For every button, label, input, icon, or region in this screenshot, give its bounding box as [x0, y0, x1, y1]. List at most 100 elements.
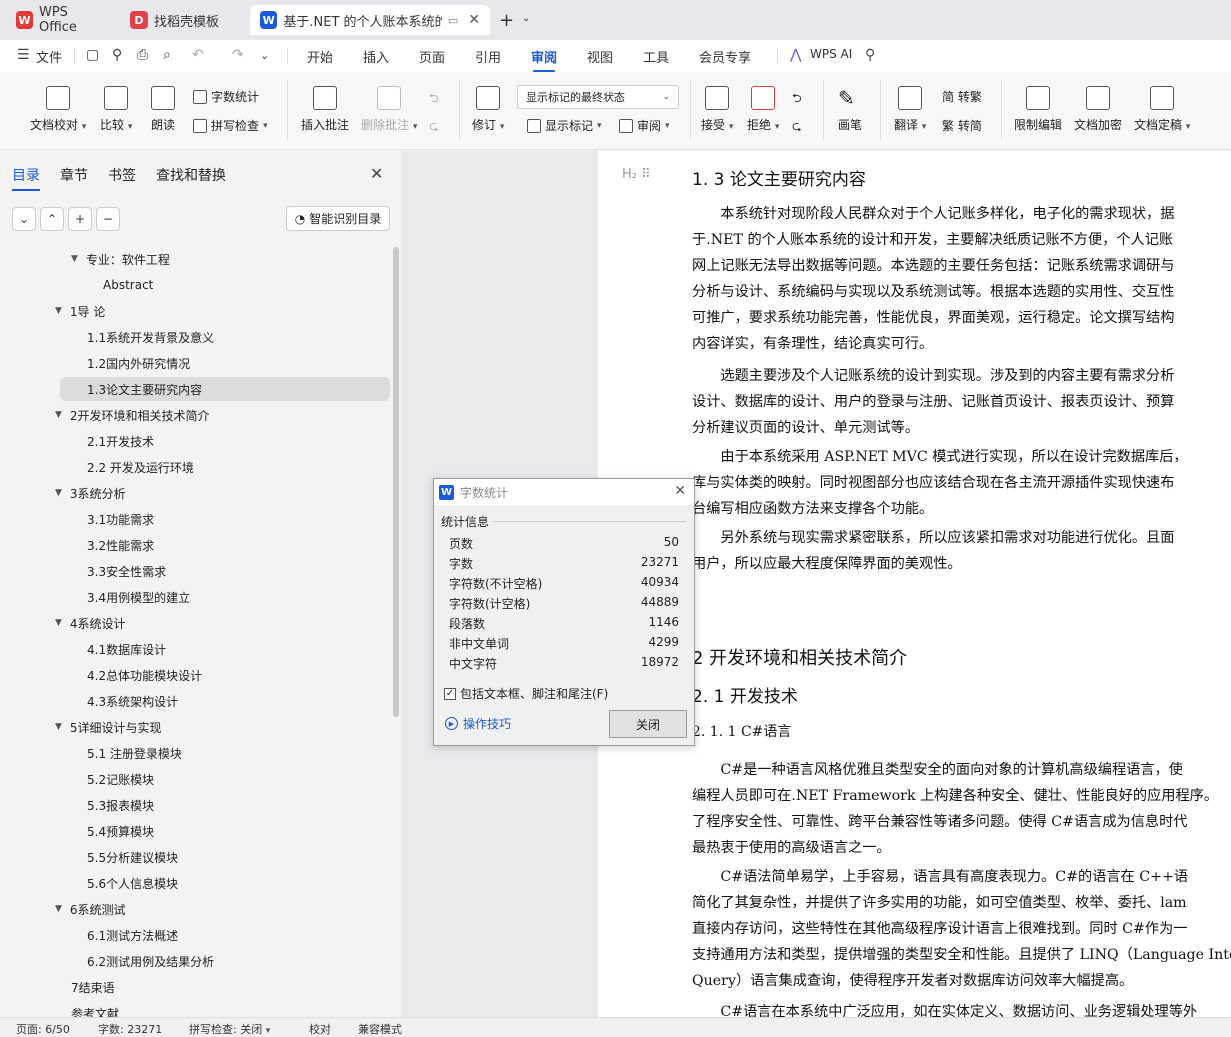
- toc-item[interactable]: 1.3论文主要研究内容: [60, 377, 390, 401]
- toc-item[interactable]: 5.5分析建议模块: [87, 845, 178, 869]
- toc-item[interactable]: 2.2 开发及运行环境: [87, 455, 194, 479]
- review-pane-button[interactable]: 审阅 ▾: [619, 117, 670, 134]
- link-icon[interactable]: ⚲: [112, 47, 122, 63]
- to-traditional-button[interactable]: 简 转繁: [942, 88, 982, 105]
- menu-references[interactable]: 引用: [475, 47, 501, 66]
- menu-tools[interactable]: 工具: [643, 47, 669, 66]
- word-count-indicator[interactable]: 字数: 23271: [98, 1021, 162, 1037]
- tab-chapters[interactable]: 章节: [60, 165, 88, 191]
- toc-item[interactable]: ▼ 专业：软件工程: [71, 247, 170, 271]
- expand-triangle-icon[interactable]: ▼: [71, 254, 78, 264]
- add-heading-icon[interactable]: +: [68, 207, 92, 231]
- menu-insert[interactable]: 插入: [363, 47, 389, 66]
- translate-button[interactable]: 翻译 ▾: [894, 86, 926, 133]
- toc-item[interactable]: 3.2性能需求: [87, 533, 154, 557]
- toc-item[interactable]: 7结束语: [71, 975, 115, 999]
- menu-wps-ai[interactable]: WPS AI: [810, 47, 852, 61]
- chevron-down-icon[interactable]: ⌄: [522, 13, 530, 24]
- accept-button[interactable]: 接受 ▾: [701, 86, 733, 133]
- expand-triangle-icon[interactable]: ▼: [55, 618, 62, 628]
- close-icon[interactable]: ✕: [674, 483, 686, 499]
- chevron-down-icon[interactable]: ⌄: [260, 49, 269, 62]
- toc-item[interactable]: 3.1功能需求: [87, 507, 154, 531]
- track-changes-button[interactable]: 修订 ▾: [472, 86, 504, 133]
- collapse-down-icon[interactable]: ⌄: [12, 207, 36, 231]
- toc-item[interactable]: 4.2总体功能模块设计: [87, 663, 202, 687]
- toc-item[interactable]: 3.4用例模型的建立: [87, 585, 190, 609]
- toc-item[interactable]: 5.6个人信息模块: [87, 871, 178, 895]
- toc-item[interactable]: ▼ 6系统测试: [55, 897, 126, 921]
- close-button[interactable]: 关闭: [609, 710, 687, 738]
- toc-item[interactable]: 6.2测试用例及结果分析: [87, 949, 214, 973]
- encrypt-button[interactable]: 文档加密: [1074, 86, 1122, 133]
- tab-docer-templates[interactable]: D 找稻壳模板: [120, 5, 245, 35]
- tips-link[interactable]: ▶ 操作技巧: [445, 715, 511, 732]
- toc-item[interactable]: 4.1数据库设计: [87, 637, 166, 661]
- toc-item[interactable]: 4.3系统架构设计: [87, 689, 178, 713]
- prev-comment-icon[interactable]: ⮌: [429, 89, 439, 110]
- close-tab-icon[interactable]: ✕: [468, 12, 480, 28]
- menu-page[interactable]: 页面: [419, 47, 445, 66]
- toc-item[interactable]: 5.3报表模块: [87, 793, 154, 817]
- remove-heading-icon[interactable]: −: [96, 207, 120, 231]
- expand-triangle-icon[interactable]: ▼: [55, 488, 62, 498]
- toc-item[interactable]: ▼ 5详细设计与实现: [55, 715, 162, 739]
- read-aloud-button[interactable]: 朗读: [151, 86, 175, 133]
- restrict-edit-button[interactable]: 限制编辑: [1014, 86, 1062, 133]
- spell-check-button[interactable]: 拼写检查 ▾: [193, 117, 268, 134]
- toc-item[interactable]: ▼ 2开发环境和相关技术简介: [55, 403, 210, 427]
- show-markup-button[interactable]: 显示标记 ▾: [527, 117, 602, 134]
- prev-change-icon[interactable]: ⮌: [792, 89, 802, 110]
- toc-item[interactable]: 2.1开发技术: [87, 429, 154, 453]
- next-comment-icon[interactable]: ⮎: [429, 117, 439, 138]
- compare-button[interactable]: 比较 ▾: [100, 86, 132, 133]
- heading-handle-icon[interactable]: H₂ ⠿: [622, 167, 651, 182]
- include-textbox-checkbox[interactable]: ✓ 包括文本框、脚注和尾注(F): [444, 685, 608, 702]
- expand-triangle-icon[interactable]: ▼: [55, 410, 62, 420]
- toc-item[interactable]: ▼ 1导 论: [55, 299, 105, 323]
- toc-item[interactable]: Abstract: [103, 273, 153, 297]
- finalize-button[interactable]: 文档定稿 ▾: [1134, 86, 1190, 133]
- close-icon[interactable]: ✕: [370, 164, 383, 183]
- print-preview-icon[interactable]: ⌕: [163, 47, 171, 63]
- tab-wps-office[interactable]: W WPS Office: [6, 5, 116, 35]
- redo-icon[interactable]: ↷: [232, 47, 244, 63]
- tab-bookmarks[interactable]: 书签: [108, 165, 136, 191]
- toc-item[interactable]: 参考文献: [71, 1001, 119, 1018]
- undo-icon[interactable]: ↶: [192, 47, 204, 63]
- expand-triangle-icon[interactable]: ▼: [55, 306, 62, 316]
- menu-file[interactable]: 文件: [36, 47, 62, 66]
- tab-find-replace[interactable]: 查找和替换: [156, 165, 226, 191]
- menu-view[interactable]: 视图: [587, 47, 613, 66]
- toc-item[interactable]: 5.4预算模块: [87, 819, 154, 843]
- save-icon[interactable]: ▢: [86, 47, 99, 63]
- word-count-button[interactable]: 字数统计: [193, 88, 259, 105]
- print-icon[interactable]: ⎙: [137, 47, 148, 63]
- to-simplified-button[interactable]: 繁 转简: [942, 117, 982, 134]
- tab-document[interactable]: W 基于.NET 的个人账本系统的设 ▭ ✕: [250, 5, 490, 35]
- insert-comment-button[interactable]: 插入批注: [301, 86, 349, 133]
- new-tab-icon[interactable]: +: [499, 10, 514, 31]
- pen-button[interactable]: ✎ 画笔: [838, 86, 862, 133]
- nav-scrollbar[interactable]: [393, 247, 399, 717]
- toc-item[interactable]: 3.3安全性需求: [87, 559, 166, 583]
- menu-home[interactable]: 开始: [307, 47, 333, 66]
- spell-check-indicator[interactable]: 拼写检查: 关闭 ▾: [189, 1021, 270, 1037]
- smart-toc-button[interactable]: ◔ 智能识别目录: [286, 206, 390, 231]
- tab-toc[interactable]: 目录: [12, 165, 40, 191]
- doc-check-button[interactable]: 文档校对 ▾: [30, 86, 86, 133]
- reject-button[interactable]: 拒绝 ▾: [747, 86, 779, 133]
- hamburger-icon[interactable]: ☰: [17, 47, 30, 63]
- collapse-up-icon[interactable]: ⌃: [40, 207, 64, 231]
- toc-item[interactable]: 5.1 注册登录模块: [87, 741, 182, 765]
- menu-review[interactable]: 审阅: [531, 47, 557, 73]
- proofread-indicator[interactable]: 校对: [309, 1021, 331, 1037]
- search-icon[interactable]: ⚲: [865, 47, 875, 63]
- delete-comment-button[interactable]: 删除批注 ▾: [361, 86, 417, 133]
- menu-member[interactable]: 会员专享: [699, 47, 751, 66]
- page-indicator[interactable]: 页面: 6/50: [16, 1021, 70, 1037]
- toc-item[interactable]: ▼ 4系统设计: [55, 611, 126, 635]
- expand-triangle-icon[interactable]: ▼: [55, 904, 62, 914]
- toc-item[interactable]: ▼ 3系统分析: [55, 481, 126, 505]
- toc-item[interactable]: 5.2记账模块: [87, 767, 154, 791]
